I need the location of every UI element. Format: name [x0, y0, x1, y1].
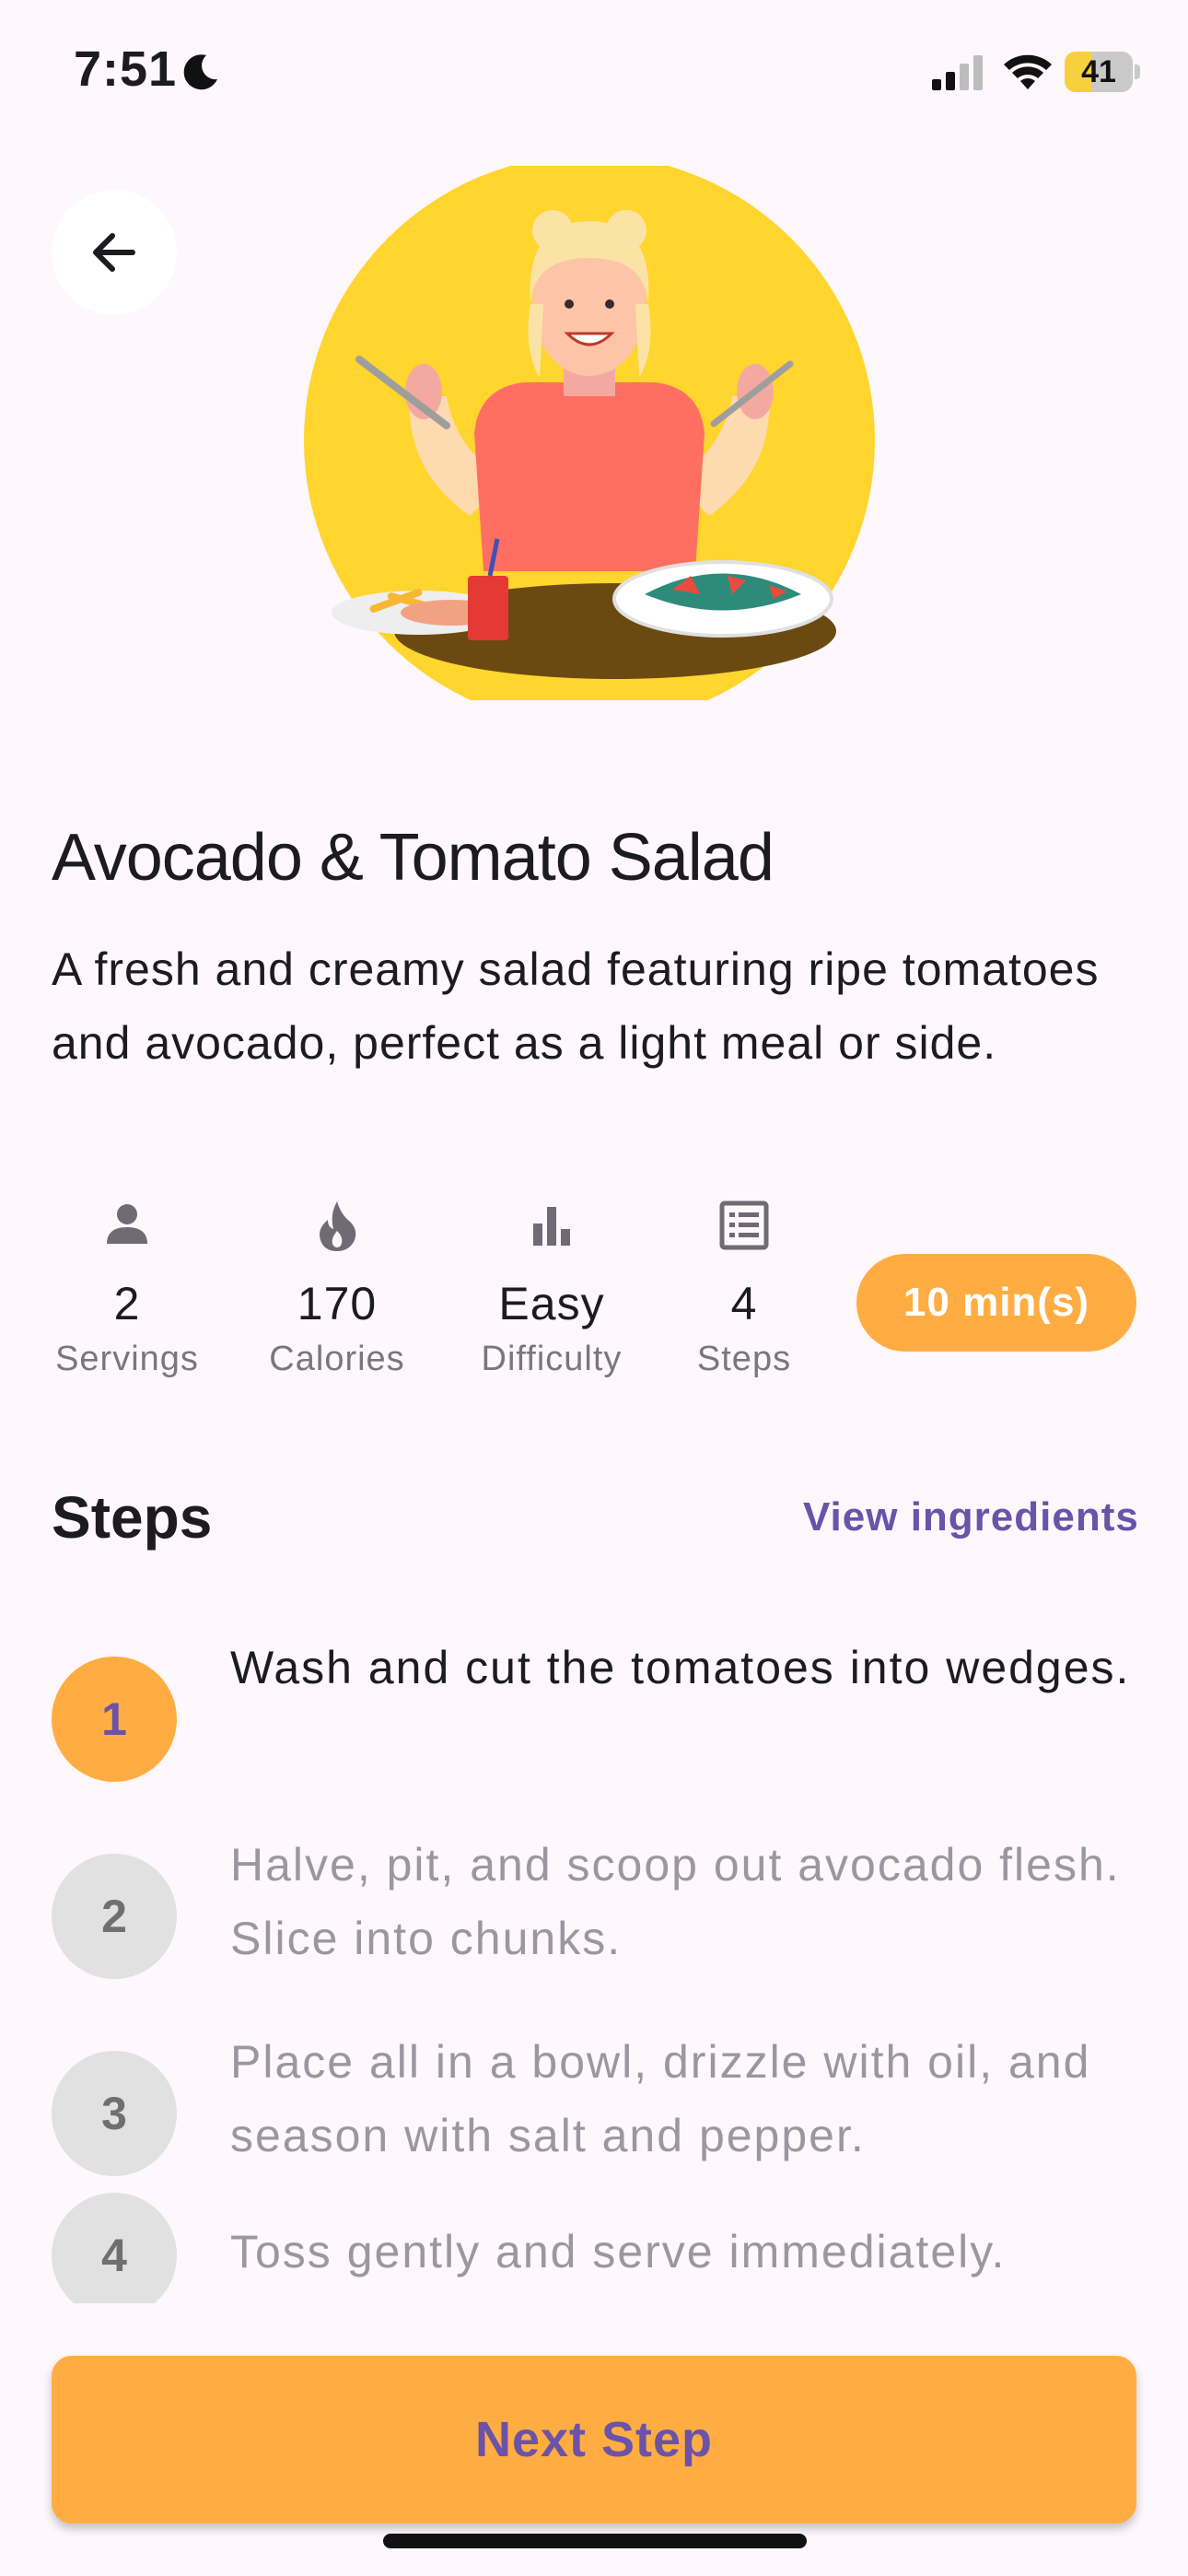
- stat-value: Easy: [498, 1278, 605, 1329]
- bar-chart-icon: [533, 1207, 570, 1246]
- stat-difficulty: Easy Difficulty: [460, 1198, 644, 1379]
- person-icon: [107, 1204, 147, 1244]
- step-text: Wash and cut the tomatoes into wedges.: [230, 1642, 1131, 1693]
- signal-icon: [932, 55, 983, 90]
- stat-value: 170: [297, 1278, 378, 1329]
- battery-body: 41: [1065, 52, 1133, 92]
- step-text: Toss gently and serve immediately.: [230, 2226, 1007, 2277]
- stat-servings: 2 Servings: [35, 1198, 219, 1379]
- moon-icon: [183, 54, 217, 90]
- step-text: Place all in a bowl, drizzle with oil, a…: [230, 2036, 1091, 2161]
- stat-value: 4: [730, 1278, 758, 1329]
- stat-label: Servings: [55, 1340, 199, 1378]
- stat-label: Difficulty: [481, 1340, 623, 1378]
- stat-label: Calories: [269, 1340, 405, 1378]
- stat-value: 2: [113, 1278, 141, 1329]
- flame-icon: [320, 1201, 356, 1251]
- step-number[interactable]: 2: [52, 1854, 177, 1979]
- hero-illustration: [304, 166, 875, 700]
- steps-list[interactable]: 1 Wash and cut the tomatoes into wedges.…: [0, 1603, 1188, 2303]
- wifi-icon: [1004, 54, 1052, 89]
- back-button[interactable]: [52, 190, 177, 315]
- battery-level: 41: [1081, 54, 1116, 89]
- next-step-button[interactable]: Next Step: [52, 2356, 1136, 2523]
- view-ingredients-link[interactable]: View ingredients: [803, 1494, 1139, 1540]
- list-icon: [719, 1200, 769, 1250]
- battery-icon: 41: [1065, 52, 1140, 92]
- step-text: Halve, pit, and scoop out avocado flesh.…: [230, 1839, 1121, 1964]
- steps-heading: Steps: [52, 1484, 213, 1551]
- arrow-left-icon: [93, 233, 135, 272]
- recipe-description: A fresh and creamy salad featuring ripe …: [52, 943, 1100, 1069]
- stat-steps: 4 Steps: [652, 1198, 836, 1379]
- step-number[interactable]: 4: [52, 2193, 177, 2303]
- status-bar: 7:51 41: [0, 0, 1188, 138]
- step-number[interactable]: 1: [52, 1657, 177, 1782]
- time-badge: 10 min(s): [856, 1254, 1136, 1352]
- recipe-title: Avocado & Tomato Salad: [52, 821, 775, 895]
- step-number[interactable]: 3: [52, 2051, 177, 2176]
- home-indicator: [383, 2534, 807, 2548]
- battery-tip: [1135, 64, 1140, 79]
- stat-label: Steps: [696, 1340, 792, 1378]
- cup: [468, 576, 508, 640]
- stat-calories: 170 Calories: [245, 1198, 429, 1379]
- status-time: 7:51: [74, 41, 178, 97]
- recipe-detail-screen: 7:51 41 Avocado & Tomato Salad A fresh a…: [0, 0, 1188, 2576]
